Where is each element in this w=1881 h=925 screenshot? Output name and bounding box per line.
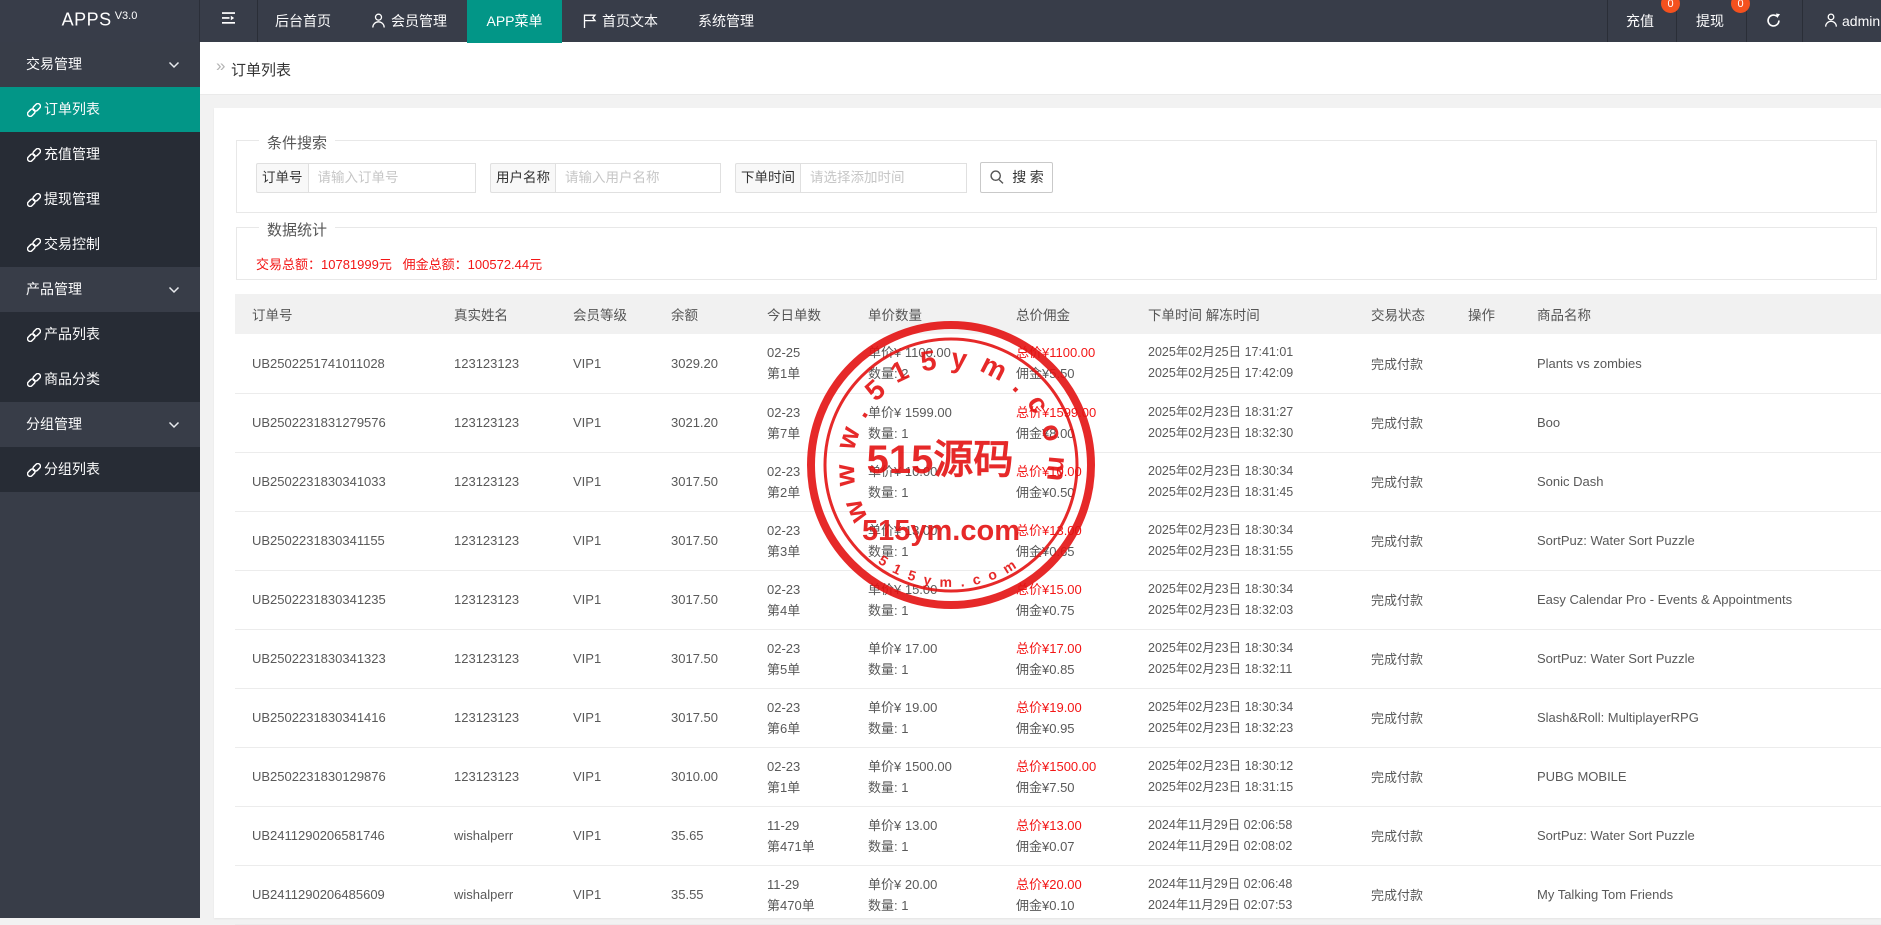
svg-text:515源码: 515源码: [867, 438, 1014, 482]
svg-text:www.515ym.com: www.515ym.com: [828, 342, 1074, 528]
svg-text:515ym.com: 515ym.com: [862, 515, 1020, 547]
svg-text:515ym.com: 515ym.com: [876, 552, 1027, 590]
